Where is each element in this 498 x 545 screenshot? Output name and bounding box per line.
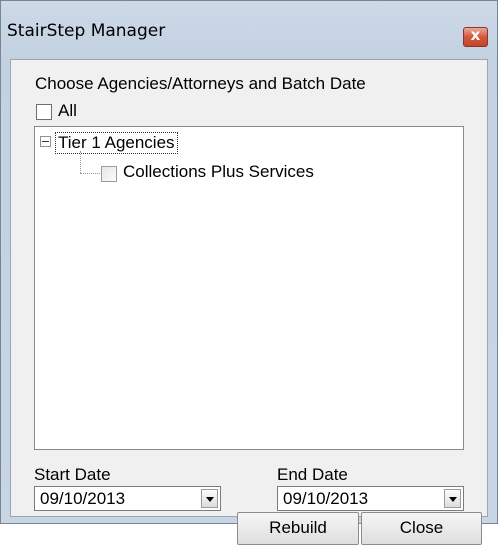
selection-heading: Choose Agencies/Attorneys and Batch Date: [35, 74, 366, 93]
all-checkbox[interactable]: [36, 104, 52, 120]
all-checkbox-label[interactable]: All: [58, 101, 77, 121]
tree-node-collections-plus-services[interactable]: Collections Plus Services: [123, 162, 314, 182]
chevron-down-icon[interactable]: [201, 489, 218, 508]
end-date-value[interactable]: 09/10/2013: [283, 489, 368, 509]
collapse-icon[interactable]: [40, 136, 51, 147]
rebuild-button[interactable]: Rebuild: [237, 512, 359, 545]
start-date-picker[interactable]: 09/10/2013: [34, 486, 221, 511]
window-title: StairStep Manager: [7, 21, 166, 41]
close-icon: x: [470, 26, 481, 44]
dialog-body: Choose Agencies/Attorneys and Batch Date…: [10, 59, 488, 545]
collections-plus-checkbox[interactable]: [101, 166, 117, 182]
window-close-button[interactable]: x: [463, 26, 488, 47]
stairstep-manager-window: StairStep Manager x Choose Agencies/Atto…: [0, 0, 498, 545]
agency-tree[interactable]: Tier 1 Agencies Collections Plus Service…: [34, 126, 464, 450]
chevron-down-icon[interactable]: [444, 489, 461, 508]
start-date-label: Start Date: [34, 465, 111, 484]
close-button[interactable]: Close: [361, 512, 482, 545]
start-date-value[interactable]: 09/10/2013: [40, 489, 125, 509]
tree-connector-line: [80, 173, 100, 174]
end-date-picker[interactable]: 09/10/2013: [277, 486, 464, 511]
title-bar[interactable]: StairStep Manager x: [1, 1, 497, 59]
tree-connector-line: [80, 151, 81, 173]
end-date-label: End Date: [277, 465, 348, 484]
tree-node-tier-1-agencies[interactable]: Tier 1 Agencies: [55, 132, 178, 154]
